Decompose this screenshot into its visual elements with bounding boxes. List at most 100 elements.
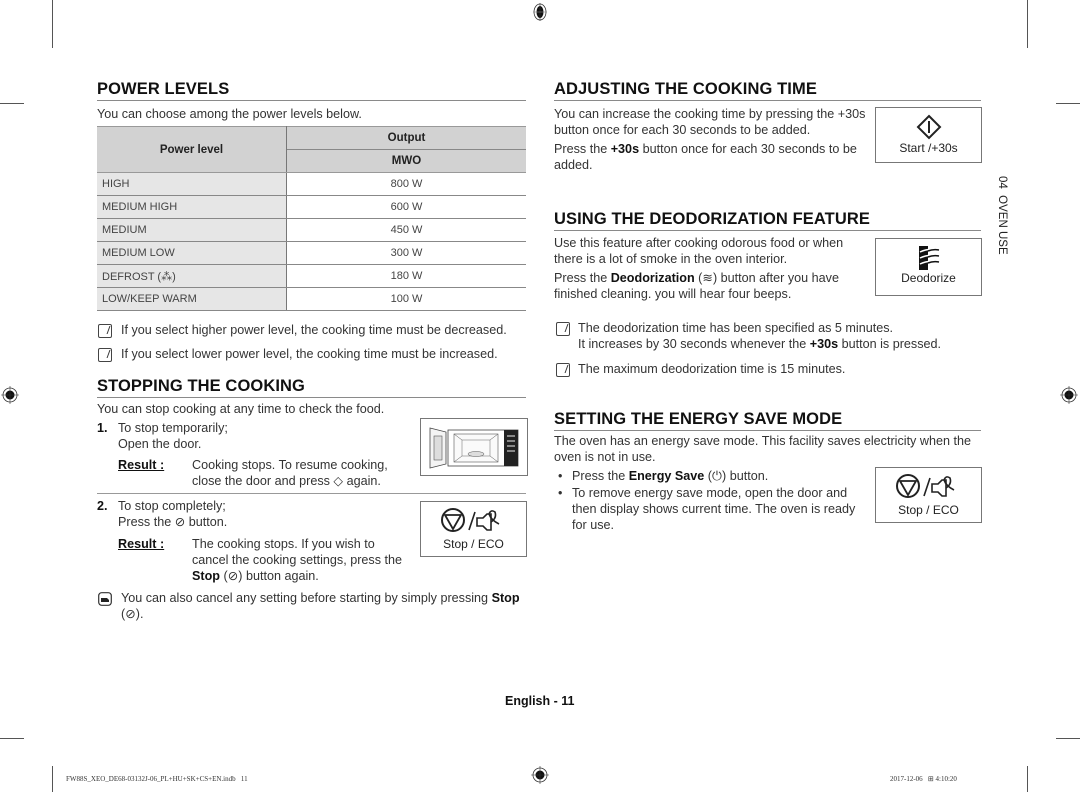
- deodorization-note-1a: The deodorization time has been specifie…: [578, 321, 894, 335]
- power-level-cell: DEFROST (⁂): [97, 264, 287, 288]
- deodorization-line4: finished cleaning. you will hear four be…: [554, 287, 792, 301]
- chapter-side-tab: 04 OVEN USE: [996, 176, 1008, 255]
- result-label: Result :: [118, 537, 165, 551]
- output-cell: 800 W: [286, 172, 526, 196]
- table-row: LOW/KEEP WARM 100 W: [97, 287, 526, 311]
- power-note-2: If you select lower power level, the coo…: [121, 347, 498, 361]
- deodorize-button-illustration: Deodorize: [875, 238, 982, 296]
- crop-mark: [52, 766, 53, 792]
- deodorization-note-2: The maximum deodorization time is 15 min…: [578, 362, 846, 376]
- registration-mark-icon: [531, 766, 549, 784]
- step2-result-2: cancel the cooking settings, press the: [192, 553, 403, 567]
- tip-hand-icon: [98, 592, 112, 606]
- crop-mark: [52, 0, 53, 48]
- bullet: •: [558, 469, 563, 483]
- section-title-power-levels: POWER LEVELS: [97, 80, 526, 101]
- table-row: MEDIUM LOW 300 W: [97, 241, 526, 265]
- crop-mark: [1056, 103, 1080, 104]
- power-level-cell: LOW/KEEP WARM: [97, 287, 287, 311]
- step2-result-3: Stop (⊘) button again.: [192, 569, 319, 583]
- stop-icon: ⊘: [174, 515, 186, 529]
- power-level-cell: MEDIUM LOW: [97, 241, 287, 265]
- crop-mark: [1027, 0, 1028, 48]
- table-row: DEFROST (⁂) 180 W: [97, 264, 526, 288]
- adjusting-line1: You can increase the cooking time by pre…: [554, 107, 866, 121]
- section-title-energy-save: SETTING THE ENERGY SAVE MODE: [554, 410, 981, 431]
- print-file-name: FW88S_XEO_DE68-03132J-06_PL+HU+SK+CS+EN.…: [66, 775, 248, 783]
- power-note-1: If you select higher power level, the co…: [121, 323, 507, 337]
- deodorize-icon: ≋: [702, 271, 713, 285]
- bullet: •: [558, 486, 563, 500]
- deodorize-icon: [918, 246, 939, 270]
- table-row: MEDIUM HIGH 600 W: [97, 195, 526, 219]
- deodorization-line3: Press the Deodorization (≋) button after…: [554, 271, 839, 285]
- stop-icon: ⊘: [125, 606, 136, 621]
- crop-mark: [0, 103, 24, 104]
- power-levels-intro: You can choose among the power levels be…: [97, 107, 362, 121]
- start-30s-label: Start /+30s: [899, 141, 958, 155]
- step2-line1: To stop completely;: [118, 499, 226, 513]
- deodorize-label: Deodorize: [901, 271, 956, 285]
- output-cell: 100 W: [286, 287, 526, 311]
- output-cell: 450 W: [286, 218, 526, 242]
- section-title-stopping: STOPPING THE COOKING: [97, 377, 526, 398]
- table-row: MEDIUM 450 W: [97, 218, 526, 242]
- stopping-intro: You can stop cooking at any time to chec…: [97, 402, 385, 416]
- result-label: Result :: [118, 458, 165, 472]
- col-header-mwo: MWO: [286, 149, 526, 173]
- step2-result-1: The cooking stops. If you wish to: [192, 537, 375, 551]
- stop-eco-button-illustration: Stop / ECO: [420, 501, 527, 557]
- registration-mark-icon: [1060, 386, 1078, 404]
- crop-mark: [1056, 738, 1080, 739]
- step-number: 1.: [97, 421, 108, 435]
- microwave-icon: [429, 427, 519, 469]
- section-title-adjusting: ADJUSTING THE COOKING TIME: [554, 80, 981, 101]
- power-level-cell: HIGH: [97, 172, 287, 196]
- power-level-cell: MEDIUM HIGH: [97, 195, 287, 219]
- energy-save-line1: The oven has an energy save mode. This f…: [554, 434, 971, 448]
- start-icon: ◇: [333, 474, 344, 488]
- oven-open-door-illustration: [420, 418, 528, 476]
- energy-save-line2: oven is not in use.: [554, 450, 656, 464]
- note-icon: [556, 322, 570, 336]
- power-level-cell: MEDIUM: [97, 218, 287, 242]
- step1-result-2: close the door and press ◇ again.: [192, 474, 381, 488]
- stopping-tip: You can also cancel any setting before s…: [121, 591, 520, 621]
- energy-save-bullet-1: Press the Energy Save (⏻) button.: [572, 469, 769, 483]
- start-30s-button-illustration: Start /+30s: [875, 107, 982, 163]
- note-icon: [98, 324, 112, 338]
- energy-save-bullet-2-1: To remove energy save mode, open the doo…: [572, 486, 848, 500]
- energy-save-bullet-2-3: for use.: [572, 518, 614, 532]
- deodorization-line2: there is a lot of smoke in the oven inte…: [554, 252, 788, 266]
- stop-eco-icon: [895, 474, 954, 498]
- step-number: 2.: [97, 499, 108, 513]
- adjusting-line2: button once for each 30 seconds to be ad…: [554, 123, 811, 137]
- table-row: HIGH 800 W: [97, 172, 526, 196]
- output-cell: 600 W: [286, 195, 526, 219]
- adjusting-line3: Press the +30s button once for each 30 s…: [554, 142, 857, 156]
- note-icon: [556, 363, 570, 377]
- output-cell: 300 W: [286, 241, 526, 265]
- stop-eco-icon: [440, 508, 499, 532]
- deodorization-note-1b: It increases by 30 seconds whenever the …: [578, 337, 942, 351]
- stop-icon: ⊘: [227, 569, 239, 583]
- stop-eco-label: Stop / ECO: [443, 537, 504, 551]
- step1-result-1: Cooking stops. To resume cooking,: [192, 458, 388, 472]
- step2-line2: Press the ⊘ button.: [118, 515, 228, 529]
- step1-line2: Open the door.: [118, 437, 202, 451]
- print-timestamp: 2017-12-06 ⊞ 4:10:20: [890, 775, 957, 783]
- note-icon: [98, 348, 112, 362]
- col-header-power-level: Power level: [97, 126, 287, 173]
- deodorization-line1: Use this feature after cooking odorous f…: [554, 236, 844, 250]
- output-cell: 180 W: [286, 264, 526, 288]
- col-header-output: Output: [286, 126, 526, 150]
- page-number: English - 11: [505, 694, 575, 708]
- section-title-deodorization: USING THE DEODORIZATION FEATURE: [554, 210, 981, 231]
- step1-line1: To stop temporarily;: [118, 421, 228, 435]
- start-icon: [916, 114, 941, 140]
- stop-eco-button-illustration: Stop / ECO: [875, 467, 982, 523]
- crop-mark: [1027, 766, 1028, 792]
- energy-save-bullet-2-2: then display shows current time. The ove…: [572, 502, 856, 516]
- divider: [97, 493, 526, 494]
- registration-mark-icon: [1, 386, 19, 404]
